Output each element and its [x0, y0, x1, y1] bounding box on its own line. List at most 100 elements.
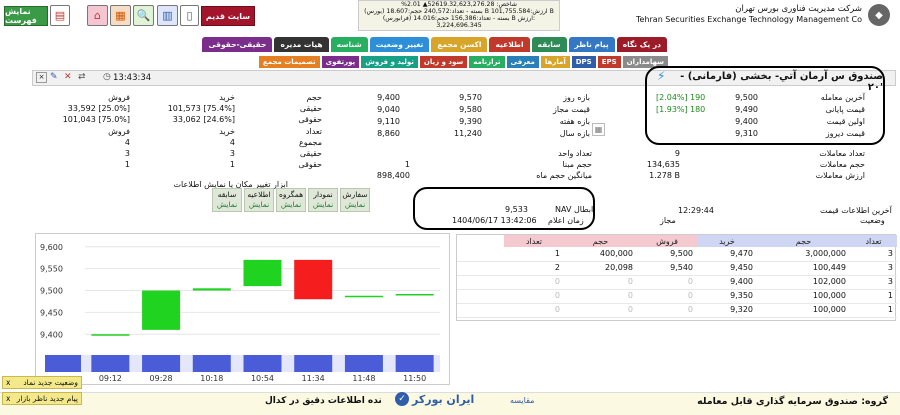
- tab-4[interactable]: اکسن مجمع: [431, 37, 488, 52]
- clock-icon: ◷: [103, 72, 111, 82]
- orderbook-row: [457, 289, 897, 290]
- ticker-bourse: (بورس) بسته - تعداد:240,572 حجم:18.607 B…: [364, 8, 554, 15]
- orderbook-row: [457, 261, 897, 262]
- orderbook-cell: 0: [627, 291, 633, 300]
- cross-tool-icon[interactable]: ✕: [64, 72, 75, 83]
- orderbook-row: [457, 317, 897, 318]
- popup-text: پیام جدید ناظر بازار: [16, 394, 78, 403]
- tabs-row-1: در یک نگاه پیام ناظر سابقه اطلاعیه اکسن مجمع…: [202, 37, 667, 52]
- chart-icon[interactable]: ▥: [157, 5, 178, 26]
- tab-6[interactable]: شناسه: [330, 37, 368, 52]
- subtab-8[interactable]: پورتفوی: [321, 56, 360, 68]
- range-high: 9,570: [459, 93, 482, 102]
- home-icon[interactable]: ⌂: [87, 5, 108, 26]
- compare-link[interactable]: مقایسه: [510, 396, 534, 405]
- tool-toggle-3[interactable]: اطلاعیه نمایش: [244, 188, 274, 212]
- orderbook-cell: 3,000,000: [805, 249, 846, 258]
- range-high: 9,390: [459, 117, 482, 126]
- range-label: بازه هفته: [559, 117, 590, 126]
- range-low: 8,860: [377, 129, 400, 138]
- count-row-label: مجموع: [299, 138, 322, 147]
- notification-popup[interactable]: x پیام جدید ناظر بازار: [2, 392, 82, 405]
- tool-toggle-show: نمایش: [280, 200, 302, 209]
- last-info-value: 12:29:44: [678, 206, 714, 215]
- count-sell: 1: [124, 160, 130, 169]
- tool-toggle-0[interactable]: سفارش نمایش: [340, 188, 370, 212]
- orderbook-header: فروش: [637, 235, 697, 247]
- count-row-label: حقیقی: [299, 149, 322, 158]
- range-low: 9,040: [377, 105, 400, 114]
- stat-value: 1.278 B: [649, 171, 680, 180]
- volume-bar: [91, 355, 130, 372]
- tool-toggle-2[interactable]: همگروه نمایش: [276, 188, 306, 212]
- tool-toggle-4[interactable]: سابقه نمایش: [212, 188, 242, 212]
- candle: [142, 290, 181, 330]
- y-tick-label: 9,450: [40, 308, 63, 317]
- subtab-5[interactable]: ترازنامه: [469, 56, 505, 68]
- x-tick-label: 11:50: [403, 374, 426, 383]
- orderbook-cell: 0: [554, 277, 560, 286]
- left-table-sell: 101,043 [75.0%]: [62, 115, 130, 124]
- mid-stat-label: میانگین حجم ماه: [536, 171, 592, 180]
- tabs-row-2: سهامداران EPS DPS آمارها معرفی ترازنامه سود و …: [258, 56, 668, 68]
- orderbook-cell: 20,098: [605, 263, 633, 272]
- tool-toggle-1[interactable]: نمودار نمایش: [308, 188, 338, 212]
- popup-close-icon[interactable]: x: [6, 394, 10, 403]
- calendar-icon[interactable]: ▦: [592, 123, 605, 136]
- mobile-icon[interactable]: ▯: [180, 5, 199, 26]
- notice-text: نده اطلاعات دقیق در کدال: [265, 396, 382, 406]
- subtab-6[interactable]: سود و زیان: [419, 56, 468, 68]
- tool-toggle-show: نمایش: [216, 200, 238, 209]
- tab-7[interactable]: هیات مدیره: [274, 37, 329, 52]
- tab-3[interactable]: اطلاعیه: [489, 37, 530, 52]
- brand-logo-icon: ✓: [395, 392, 409, 406]
- orderbook-row: [457, 275, 897, 276]
- subtab-7[interactable]: تولید و فروش: [361, 56, 418, 68]
- tool-toggle-show: نمایش: [312, 200, 334, 209]
- mid-stat-label: حجم مبنا: [562, 160, 592, 169]
- tab-0[interactable]: در یک نگاه: [616, 37, 667, 52]
- range-low: 9,400: [377, 93, 400, 102]
- y-tick-label: 9,400: [40, 330, 63, 339]
- count-header: تعداد: [305, 127, 322, 136]
- subtab-2[interactable]: DPS: [571, 56, 596, 68]
- volume-bar: [395, 355, 434, 372]
- table-icon[interactable]: ▦: [110, 5, 131, 26]
- tab-8[interactable]: حقیقی-حقوقی: [202, 37, 273, 52]
- ticker-panel: %2.01 ▲52619.32,623,276.28 :شاخص (بورس) …: [358, 0, 560, 31]
- subtab-9[interactable]: تصمیمات مجمع: [258, 56, 320, 68]
- orderbook-cell: 9,450: [730, 263, 753, 272]
- old-site-button[interactable]: سایت قدیم: [201, 6, 255, 26]
- count-sell: 3: [124, 149, 130, 158]
- orderbook-cell: 0: [687, 277, 693, 286]
- stat-label: ارزش معاملات: [815, 171, 865, 180]
- orderbook-row: [457, 303, 897, 304]
- left-table-buy: 33,062 [24.6%]: [172, 115, 235, 124]
- last-info-label: آخرین اطلاعات قیمت: [820, 206, 892, 215]
- popup-close-icon[interactable]: x: [6, 378, 10, 387]
- tab-1[interactable]: پیام ناظر: [568, 37, 615, 52]
- count-sell: 4: [124, 138, 130, 147]
- x-tick-label: 10:18: [200, 374, 223, 383]
- highlight-oval-price: [645, 66, 885, 145]
- orderbook-cell: 1: [554, 249, 560, 258]
- candle: [294, 259, 333, 300]
- book-icon[interactable]: ▤: [50, 5, 70, 26]
- range-high: 11,240: [454, 129, 482, 138]
- notification-popup[interactable]: x وضعیت جدید نماد: [2, 376, 82, 389]
- y-tick-label: 9,550: [40, 265, 63, 274]
- subtab-4[interactable]: معرفی: [506, 56, 539, 68]
- search-icon[interactable]: 🔍: [133, 5, 154, 26]
- range-label: بازه سال: [559, 129, 590, 138]
- show-list-button[interactable]: نمایش فهرست: [4, 6, 48, 26]
- volume-bar: [344, 355, 383, 372]
- compare-icon[interactable]: ⇄: [78, 72, 89, 83]
- tab-2[interactable]: سابقه: [531, 37, 567, 52]
- orderbook-cell: 1: [887, 305, 893, 314]
- state-label: وضعیت: [860, 216, 885, 225]
- subtab-1[interactable]: EPS: [597, 56, 621, 68]
- tab-5[interactable]: تغییر وضعیت: [369, 37, 430, 52]
- close-icon[interactable]: ×: [36, 72, 47, 83]
- chart-tool-icon[interactable]: ✎: [50, 72, 61, 83]
- subtab-3[interactable]: آمارها: [540, 56, 570, 68]
